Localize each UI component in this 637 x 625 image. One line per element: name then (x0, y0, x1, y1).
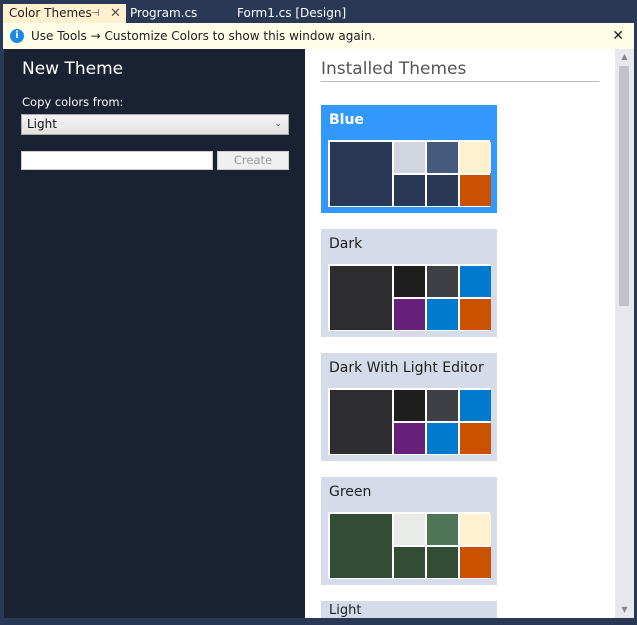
color-swatch (427, 423, 458, 454)
color-swatch (330, 514, 392, 578)
color-swatch (460, 514, 491, 545)
color-swatch (330, 266, 392, 330)
vertical-scrollbar[interactable]: ▲ ▼ (615, 49, 634, 618)
color-swatch (460, 390, 491, 421)
color-swatch (394, 514, 425, 545)
color-swatch (460, 423, 491, 454)
dropdown-value: Light (27, 117, 57, 131)
tab-form1-design[interactable]: Form1.cs [Design] (229, 4, 346, 23)
installed-themes-panel: Installed Themes Blue Dark Dark With Light… (305, 49, 615, 618)
color-swatch (330, 142, 392, 206)
color-swatch (460, 142, 491, 173)
new-theme-panel: New Theme Copy colors from: Light ⌄ Creat… (4, 49, 305, 618)
color-swatch (427, 175, 458, 206)
theme-card-light[interactable]: Light (321, 601, 497, 618)
new-theme-title: New Theme (22, 59, 124, 79)
color-swatch (427, 514, 458, 545)
chevron-down-icon: ⌄ (274, 119, 282, 129)
close-info-icon[interactable]: ✕ (612, 28, 624, 44)
close-tab-icon[interactable]: ✕ (110, 4, 121, 23)
color-swatch (460, 266, 491, 297)
tab-label: Program.cs (130, 6, 198, 20)
color-swatch (394, 299, 425, 330)
pin-icon[interactable]: ⊣ (91, 4, 100, 23)
theme-swatches (328, 264, 491, 331)
theme-card-dark-with-light-editor[interactable]: Dark With Light Editor (321, 353, 497, 461)
theme-card-blue[interactable]: Blue (321, 105, 497, 213)
color-swatch (460, 547, 491, 578)
color-swatch (460, 175, 491, 206)
tab-program-cs[interactable]: Program.cs (122, 4, 197, 23)
color-swatch (394, 423, 425, 454)
color-swatch (394, 390, 425, 421)
color-swatch (330, 390, 392, 454)
document-tab-strip: Color Themes ⊣ ✕ Program.cs Form1.cs [Desi… (0, 0, 637, 23)
theme-card-green[interactable]: Green (321, 477, 497, 585)
theme-name-input[interactable] (21, 151, 213, 170)
theme-card-dark[interactable]: Dark (321, 229, 497, 337)
color-swatch (394, 266, 425, 297)
color-swatch (460, 299, 491, 330)
color-swatch (394, 175, 425, 206)
theme-name: Light (329, 603, 362, 618)
theme-swatches (328, 140, 491, 207)
color-swatch (427, 299, 458, 330)
theme-name: Green (329, 484, 372, 500)
color-swatch (394, 547, 425, 578)
theme-swatches (328, 388, 491, 455)
color-swatch (427, 142, 458, 173)
scroll-up-icon[interactable]: ▲ (615, 49, 634, 65)
tab-color-themes[interactable]: Color Themes ⊣ ✕ (3, 4, 126, 23)
create-button[interactable]: Create (217, 151, 289, 170)
tab-label: Form1.cs [Design] (237, 6, 347, 20)
theme-name: Dark (329, 236, 363, 252)
info-icon: i (10, 29, 24, 43)
tab-label: Color Themes (9, 6, 92, 20)
scroll-down-icon[interactable]: ▼ (615, 602, 634, 618)
theme-name: Dark With Light Editor (329, 360, 484, 376)
info-text: Use Tools → Customize Colors to show thi… (31, 29, 376, 43)
color-swatch (427, 390, 458, 421)
theme-swatches (328, 512, 491, 579)
info-bar: i Use Tools → Customize Colors to show t… (3, 23, 634, 49)
color-swatch (427, 266, 458, 297)
installed-themes-title: Installed Themes (321, 59, 599, 82)
theme-name: Blue (329, 112, 364, 128)
color-swatch (427, 547, 458, 578)
color-swatch (394, 142, 425, 173)
copy-colors-dropdown[interactable]: Light ⌄ (21, 114, 289, 135)
copy-colors-label: Copy colors from: (22, 95, 124, 109)
scrollbar-thumb[interactable] (619, 66, 629, 306)
